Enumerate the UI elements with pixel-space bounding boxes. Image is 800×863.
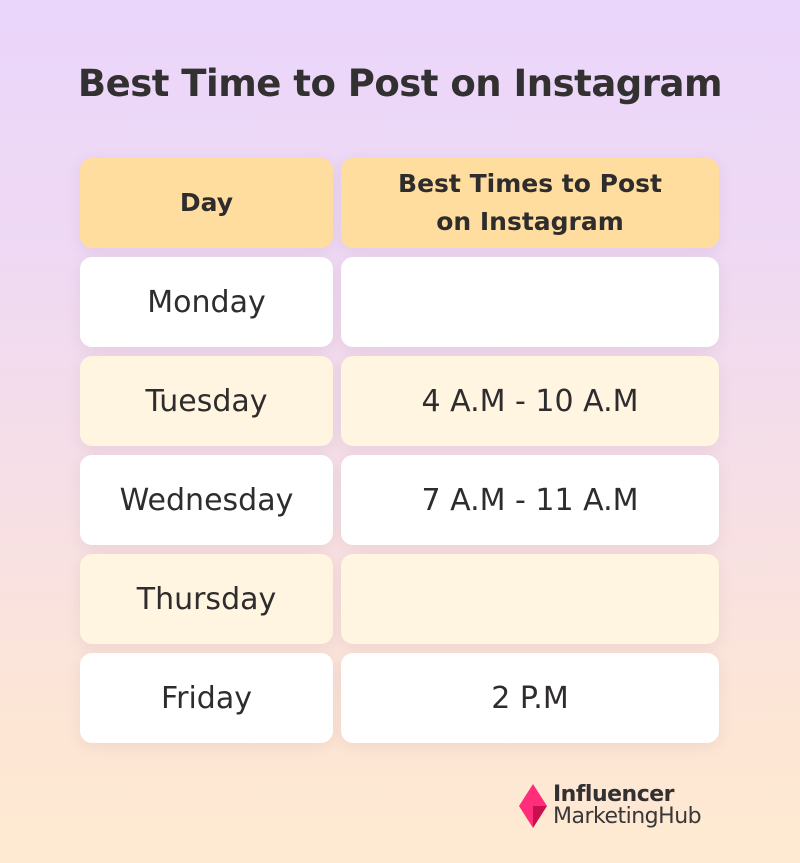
time-cell: 7 A.M - 11 A.M: [341, 455, 719, 545]
logo-text-marketinghub: MarketingHub: [553, 804, 702, 829]
diamond-logo-icon: [519, 784, 549, 828]
header-best-times: Best Times to Post on Instagram: [341, 158, 719, 248]
day-cell: Wednesday: [80, 455, 333, 545]
header-day: Day: [80, 158, 333, 248]
time-cell: 4 A.M - 10 A.M: [341, 356, 719, 446]
best-times-table: Day Best Times to Post on Instagram Mond…: [80, 158, 719, 752]
day-cell: Tuesday: [80, 356, 333, 446]
table-header-row: Day Best Times to Post on Instagram: [80, 158, 719, 248]
table-row: Friday 2 P.M: [80, 653, 719, 743]
day-cell: Monday: [80, 257, 333, 347]
table-row: Thursday: [80, 554, 719, 644]
influencer-marketing-hub-logo: Influencer MarketingHub: [519, 782, 702, 829]
page-title: Best Time to Post on Instagram: [77, 62, 723, 105]
table-row: Wednesday 7 A.M - 11 A.M: [80, 455, 719, 545]
table-row: Tuesday 4 A.M - 10 A.M: [80, 356, 719, 446]
time-cell: [341, 554, 719, 644]
day-cell: Thursday: [80, 554, 333, 644]
logo-text-influencer: Influencer: [553, 782, 675, 807]
day-cell: Friday: [80, 653, 333, 743]
table-row: Monday: [80, 257, 719, 347]
time-cell: [341, 257, 719, 347]
time-cell: 2 P.M: [341, 653, 719, 743]
